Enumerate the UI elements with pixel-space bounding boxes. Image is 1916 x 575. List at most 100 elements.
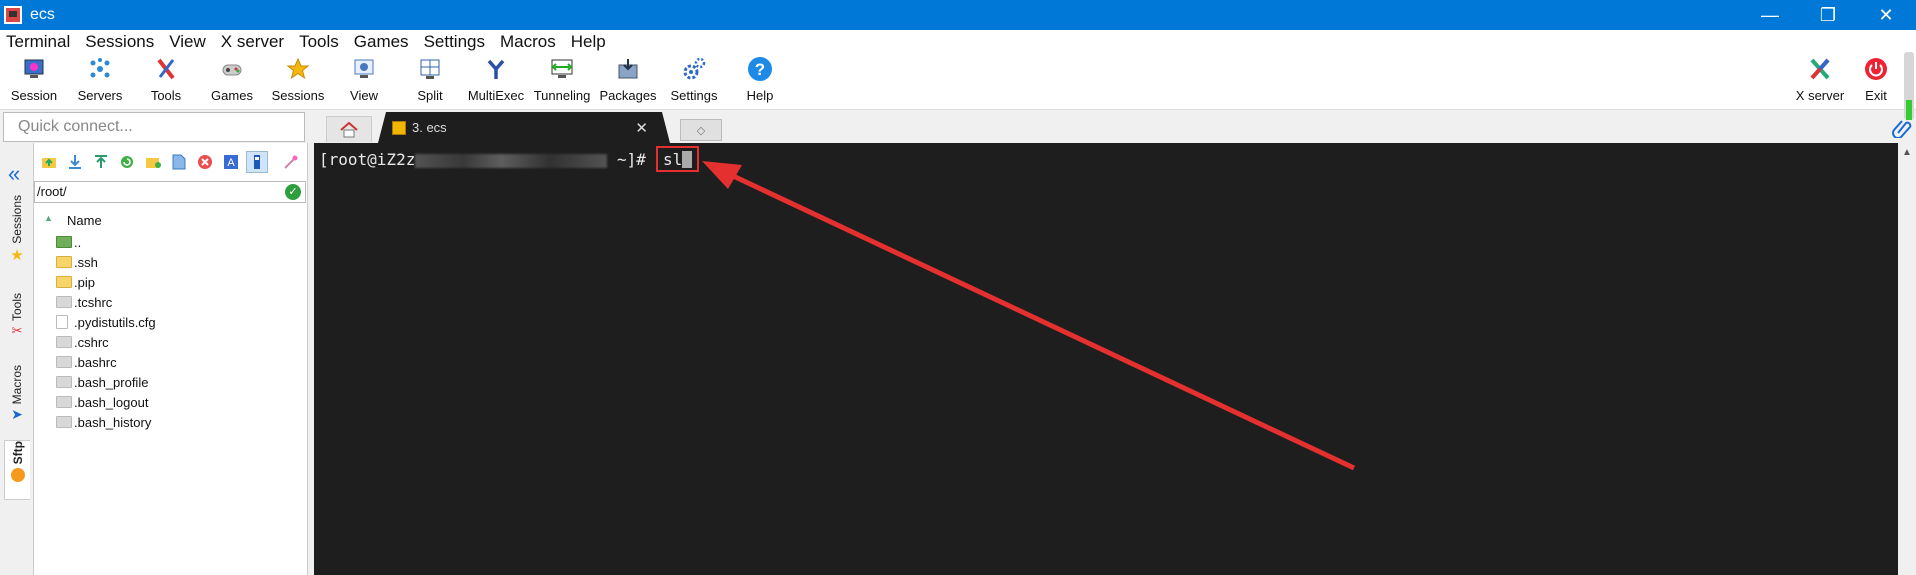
help-icon: ?	[747, 56, 773, 82]
ssh-key-icon	[392, 120, 406, 135]
restore-button[interactable]: ❐	[1800, 0, 1856, 30]
paperclip-icon[interactable]	[1892, 118, 1912, 138]
collapse-icon[interactable]: «	[8, 161, 20, 187]
list-item[interactable]: .ssh	[56, 252, 296, 272]
menu-help[interactable]: Help	[571, 32, 606, 52]
side-tab-sftp[interactable]: Sftp	[4, 440, 30, 500]
tunneling-button[interactable]: Tunneling	[529, 56, 595, 108]
name-column-header[interactable]: ▲ Name	[34, 211, 306, 231]
session-tab-bar: 3. ecs ✕ ◇	[318, 112, 1916, 143]
parent-folder-icon[interactable]	[38, 151, 60, 173]
list-item[interactable]: .tcshrc	[56, 292, 296, 312]
star-icon: ★	[10, 246, 24, 264]
folder-icon	[56, 276, 72, 288]
star-icon	[285, 56, 311, 82]
tools-icon: ✂	[11, 323, 23, 339]
refresh-icon[interactable]	[116, 151, 138, 173]
packages-button[interactable]: Packages	[595, 56, 661, 108]
list-item[interactable]: .bash_history	[56, 412, 296, 432]
sftp-panel: A /root/ ✓ ▲ Name .. .ssh .pip .tcshrc .…	[34, 143, 308, 575]
view-button[interactable]: View	[331, 56, 397, 108]
file-icon	[56, 296, 72, 308]
list-item[interactable]: .pydistutils.cfg	[56, 312, 296, 332]
file-icon	[56, 356, 72, 368]
menu-settings[interactable]: Settings	[424, 32, 485, 52]
tools-icon	[153, 56, 179, 82]
svg-text:?: ?	[755, 60, 765, 79]
tab-ecs-label: 3. ecs	[412, 120, 447, 135]
settings-button[interactable]: Settings	[661, 56, 727, 108]
send-icon: ➤	[11, 406, 23, 423]
list-item[interactable]: ..	[56, 232, 296, 252]
menu-tools[interactable]: Tools	[299, 32, 339, 52]
path-ok-icon[interactable]: ✓	[285, 184, 301, 200]
new-folder-icon[interactable]	[142, 151, 164, 173]
games-button[interactable]: Games	[199, 56, 265, 108]
quick-connect-input[interactable]: Quick connect...	[3, 112, 305, 142]
rename-icon[interactable]: A	[220, 151, 242, 173]
sessions-button[interactable]: Sessions	[265, 56, 331, 108]
new-file-icon[interactable]	[168, 151, 190, 173]
list-item[interactable]: .pip	[56, 272, 296, 292]
side-tab-tools[interactable]: Tools ✂	[4, 293, 30, 353]
upload-icon[interactable]	[90, 151, 112, 173]
file-icon	[56, 416, 72, 428]
x-server-icon	[1807, 56, 1833, 82]
help-button[interactable]: ? Help	[727, 56, 793, 108]
menu-terminal[interactable]: Terminal	[6, 32, 70, 52]
tab-ecs[interactable]: 3. ecs ✕	[378, 112, 670, 143]
servers-icon	[87, 56, 113, 82]
servers-button[interactable]: Servers	[67, 56, 133, 108]
side-tab-strip: « Sessions ★ Tools ✂ Macros ➤ Sftp	[0, 143, 34, 575]
list-item[interactable]: .bashrc	[56, 352, 296, 372]
download-icon[interactable]	[64, 151, 86, 173]
menu-bar: Terminal Sessions View X server Tools Ga…	[0, 30, 1916, 54]
multiexec-button[interactable]: MultiExec	[463, 56, 529, 108]
side-tab-sessions[interactable]: Sessions ★	[4, 195, 30, 275]
list-item[interactable]: .bash_profile	[56, 372, 296, 392]
multiexec-icon	[483, 56, 509, 82]
terminal-area[interactable]: [root@iZ2z ~]# sl	[314, 143, 1898, 575]
folder-icon	[56, 256, 72, 268]
tunneling-icon	[549, 56, 575, 82]
minimize-button[interactable]: —	[1742, 0, 1798, 30]
sftp-toolbar: A	[34, 151, 308, 175]
new-tab-button[interactable]: ◇	[680, 119, 722, 141]
exit-button[interactable]: Exit	[1853, 56, 1899, 108]
session-button[interactable]: Session	[1, 56, 67, 108]
list-item[interactable]: .cshrc	[56, 332, 296, 352]
menu-sessions[interactable]: Sessions	[85, 32, 154, 52]
terminal-follow-icon[interactable]	[246, 151, 268, 173]
view-icon	[351, 56, 377, 82]
menu-games[interactable]: Games	[354, 32, 409, 52]
games-icon	[219, 56, 245, 82]
sort-arrow-icon: ▲	[44, 213, 53, 223]
sftp-icon	[10, 468, 25, 483]
power-icon	[1863, 56, 1889, 82]
menu-x-server[interactable]: X server	[221, 32, 284, 52]
menu-view[interactable]: View	[169, 32, 206, 52]
svg-text:A: A	[227, 157, 235, 169]
home-tab[interactable]	[326, 116, 372, 142]
scroll-up-icon[interactable]: ▲	[1902, 147, 1912, 158]
title-bar: ecs — ❐ ✕	[0, 0, 1916, 30]
close-window-button[interactable]: ✕	[1858, 0, 1914, 30]
document-icon	[56, 315, 68, 329]
split-button[interactable]: Split	[397, 56, 463, 108]
toolbar-scrollbar[interactable]	[1904, 52, 1914, 120]
side-tab-macros[interactable]: Macros ➤	[4, 365, 30, 439]
packages-icon	[615, 56, 641, 82]
tools-button[interactable]: Tools	[133, 56, 199, 108]
close-tab-icon[interactable]: ✕	[635, 119, 648, 137]
mobaxterm-window: ecs — ❐ ✕ Terminal Sessions View X serve…	[0, 0, 1916, 575]
file-icon	[56, 396, 72, 408]
list-item[interactable]: .bash_logout	[56, 392, 296, 412]
settings-icon	[681, 56, 707, 82]
x-server-button[interactable]: X server	[1787, 56, 1853, 108]
terminal-scrollbar[interactable]: ▲	[1898, 143, 1916, 575]
sftp-path-input[interactable]: /root/ ✓	[34, 181, 306, 203]
magic-wand-icon[interactable]	[280, 151, 302, 173]
delete-icon[interactable]	[194, 151, 216, 173]
session-icon	[21, 56, 47, 82]
menu-macros[interactable]: Macros	[500, 32, 556, 52]
